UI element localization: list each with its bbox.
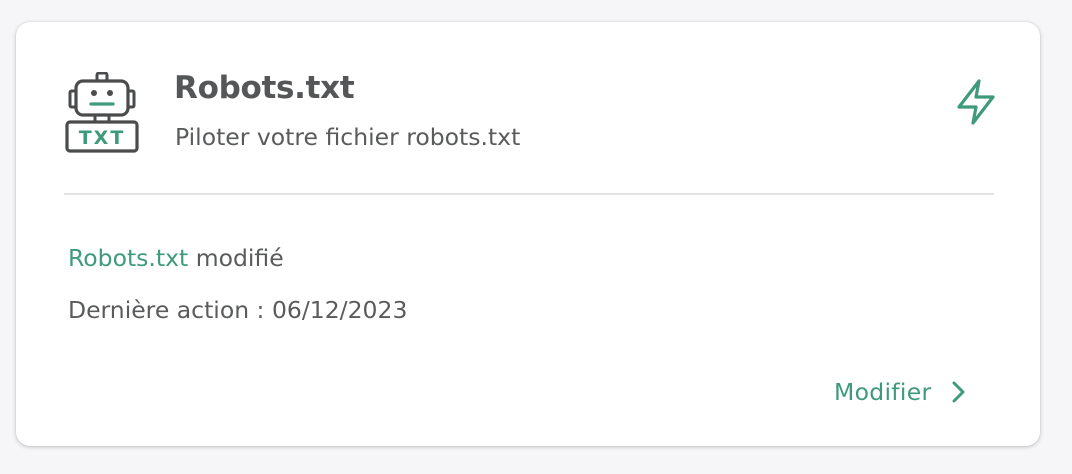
robots-txt-card: TXT Robots.txt Piloter votre fichier rob… xyxy=(16,22,1040,446)
robot-txt-icon: TXT xyxy=(65,72,139,153)
last-action: Dernière action : 06/12/2023 xyxy=(68,296,407,324)
divider xyxy=(64,193,994,195)
chevron-right-icon xyxy=(952,381,965,403)
last-action-label: Dernière action : xyxy=(68,296,272,324)
lightning-bolt-icon[interactable] xyxy=(952,77,1000,127)
status-line: Robots.txt modifié xyxy=(68,244,284,272)
robot-icon-badge-text: TXT xyxy=(79,127,126,149)
status-suffix: modifié xyxy=(188,244,284,272)
modify-button[interactable]: Modifier xyxy=(834,374,967,410)
card-title: Robots.txt xyxy=(174,70,355,106)
last-action-date: 06/12/2023 xyxy=(271,296,408,324)
card-subtitle: Piloter votre fichier robots.txt xyxy=(175,123,521,151)
modify-label: Modifier xyxy=(834,378,932,406)
robots-txt-link[interactable]: Robots.txt xyxy=(68,244,188,272)
